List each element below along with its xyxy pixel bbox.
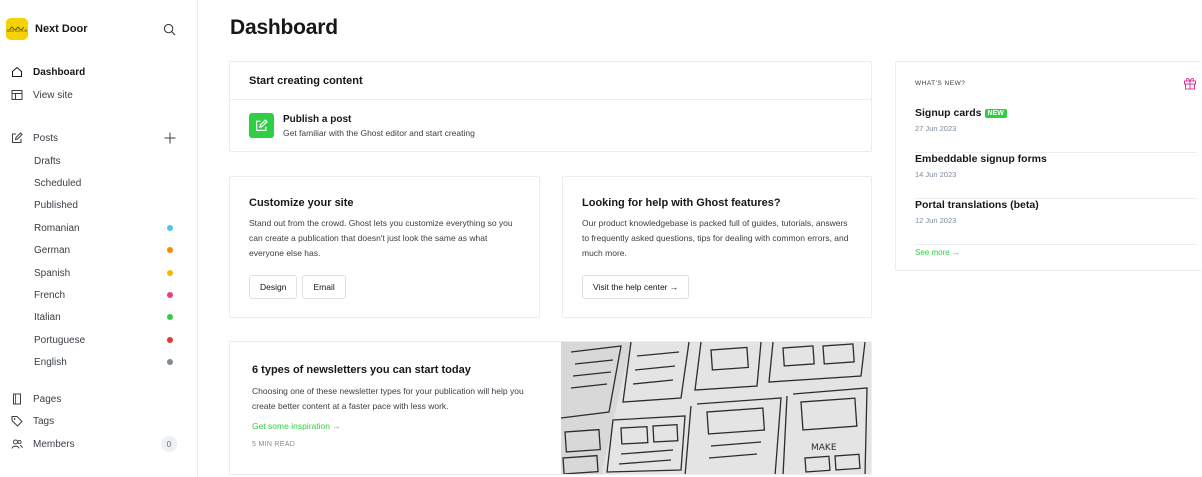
sidebar-item-label: Scheduled [34,177,82,189]
publish-post-description: Get familiar with the Ghost editor and s… [283,127,475,138]
gift-icon [1183,76,1197,90]
help-card-title: Looking for help with Ghost features? [582,197,781,209]
get-inspiration-link[interactable]: Get some inspiration → [252,421,341,431]
visit-help-center-button[interactable]: Visit the help center → [582,275,690,299]
tag-color-dot [167,225,173,231]
read-time: 5 MIN READ [252,441,296,448]
home-icon [10,65,23,78]
sidebar-item-members[interactable]: Members 0 [0,433,197,455]
whats-new-item[interactable]: Signup cards NEW 27 Jun 2023 [915,107,1197,153]
sidebar-item-italian[interactable]: Italian [0,306,197,328]
sidebar-item-view-site[interactable]: View site [0,84,197,106]
sidebar-item-romanian[interactable]: Romanian [0,217,197,239]
sidebar-item-label: Published [34,199,78,211]
new-post-button[interactable] [162,130,178,146]
design-button[interactable]: Design [249,275,298,299]
tag-color-dot [167,314,173,320]
sidebar-item-label: Portuguese [34,334,86,346]
sidebar-item-label: Spanish [34,267,71,279]
sidebar-item-german[interactable]: German [0,239,197,261]
new-badge: NEW [984,108,1007,118]
sidebar: NEXTDOOR Next Door Dashboard View site P… [0,0,198,477]
tag-color-dot [167,270,173,276]
whats-new-item-date: 14 Jun 2023 [915,170,957,179]
customize-site-title: Customize your site [249,197,354,209]
brand-name: Next Door [35,23,88,35]
sidebar-item-label: Italian [34,311,61,323]
email-button[interactable]: Email [302,275,346,299]
sidebar-item-pages[interactable]: Pages [0,388,197,410]
see-more-link[interactable]: See more → [915,248,960,257]
search-icon [163,23,175,35]
tag-color-dot [167,247,173,253]
publish-post-action[interactable]: Publish a post Get familiar with the Gho… [249,113,475,138]
start-creating-card: Start creating content Publish a post Ge… [229,61,872,152]
whats-new-item-title: Signup cards [915,107,982,119]
edit-icon [10,131,23,144]
members-count-badge: 0 [161,436,177,452]
sidebar-item-label: Pages [33,393,62,405]
sidebar-item-label: Romanian [34,222,80,234]
sidebar-item-french[interactable]: French [0,284,197,306]
tag-color-dot [167,359,173,365]
page-title: Dashboard [230,16,338,39]
sidebar-item-scheduled[interactable]: Scheduled [0,172,197,194]
sidebar-item-label: Drafts [34,155,61,167]
brand-logo: NEXTDOOR [6,18,28,40]
whats-new-item-date: 12 Jun 2023 [915,216,957,225]
whats-new-item[interactable]: Embeddable signup forms 14 Jun 2023 [915,153,1197,199]
help-card-body: Our product knowledgebase is packed full… [582,218,849,258]
whats-new-panel: WHAT'S NEW? Signup cards NEW 27 Jun 2023 … [895,61,1202,271]
sidebar-item-label: German [34,244,71,256]
members-icon [10,437,23,450]
page-icon [10,392,23,405]
sidebar-item-tags[interactable]: Tags [0,410,197,432]
search-button[interactable] [160,20,178,38]
sidebar-item-label: Members [33,438,75,450]
tag-color-dot [167,337,173,343]
publish-post-title: Publish a post [283,113,352,125]
newsletter-card[interactable]: 6 types of newsletters you can start tod… [229,341,872,475]
whats-new-item-date: 27 Jun 2023 [915,124,957,133]
sidebar-item-label: View site [33,89,73,101]
tag-color-dot [167,292,173,298]
whats-new-item-title: Portal translations (beta) [915,199,1039,211]
sidebar-item-spanish[interactable]: Spanish [0,262,197,284]
customize-site-body: Stand out from the crowd. Ghost lets you… [249,218,513,258]
help-card: Looking for help with Ghost features? Ou… [562,176,872,318]
whats-new-item-title: Embeddable signup forms [915,153,1047,165]
sidebar-item-label: French [34,289,66,301]
sidebar-item-english[interactable]: English [0,351,197,373]
sidebar-item-label: Tags [33,415,55,427]
svg-text:NEXTDOOR: NEXTDOOR [7,29,28,33]
newsletter-card-title: 6 types of newsletters you can start tod… [252,364,471,376]
whats-new-heading: WHAT'S NEW? [915,80,966,87]
sidebar-item-drafts[interactable]: Drafts [0,150,197,172]
customize-site-card: Customize your site Stand out from the c… [229,176,540,318]
tag-icon [10,414,23,427]
sidebar-item-published[interactable]: Published [0,194,197,216]
start-creating-title: Start creating content [230,62,871,100]
brand[interactable]: NEXTDOOR Next Door [6,18,88,40]
whats-new-item[interactable]: Portal translations (beta) 12 Jun 2023 [915,199,1197,245]
sidebar-item-dashboard[interactable]: Dashboard [0,61,197,83]
newsletter-card-body: Choosing one of these newsletter types f… [252,386,524,411]
edit-icon [249,113,274,138]
sidebar-item-portuguese[interactable]: Portuguese [0,329,197,351]
wireframe-sketch-image: MAKE [561,342,871,474]
sidebar-item-label: Posts [33,132,59,144]
layout-icon [10,88,23,101]
svg-text:MAKE: MAKE [811,443,837,453]
sidebar-item-label: English [34,356,67,368]
plus-icon [164,132,176,144]
sidebar-item-label: Dashboard [33,66,86,78]
sidebar-item-posts[interactable]: Posts [0,127,197,149]
